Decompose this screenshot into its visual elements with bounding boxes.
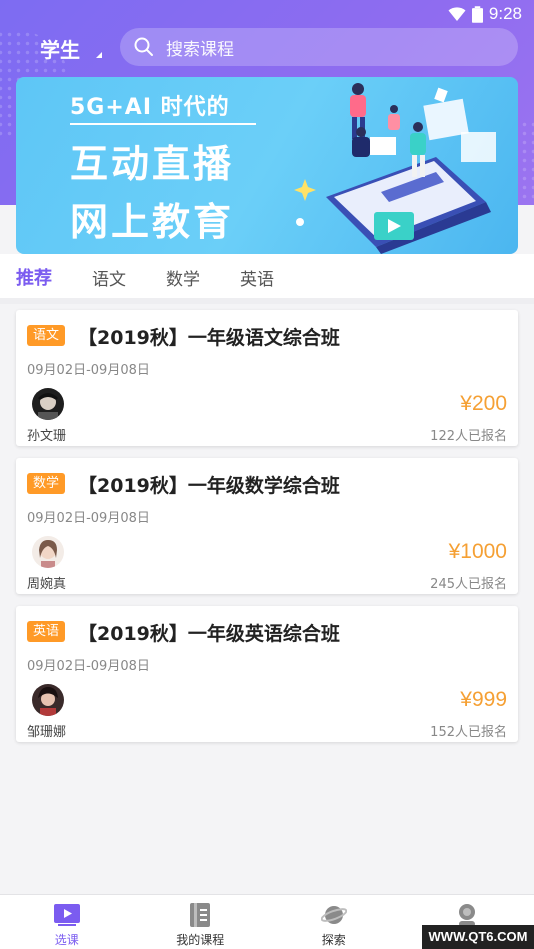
battery-icon — [471, 5, 483, 23]
banner-line3: 网上教育 — [70, 200, 235, 244]
banner-divider — [70, 123, 256, 125]
watermark: WWW.QT6.COM — [422, 925, 534, 949]
course-date: 09月02日-09月08日 — [27, 659, 150, 674]
subject-tabs: 推荐 语文 数学 英语 — [0, 254, 534, 300]
search-input[interactable]: 搜索课程 — [120, 28, 518, 66]
nav-explore[interactable]: 探索 — [267, 895, 401, 949]
nav-label: 探索 — [321, 933, 346, 947]
wifi-icon — [448, 7, 466, 21]
course-price: ¥999 — [460, 688, 507, 711]
planet-icon — [320, 906, 347, 924]
caret-icon[interactable] — [96, 52, 102, 58]
teacher-avatar — [32, 684, 64, 716]
banner-line1: 5G+AI 时代的 — [70, 95, 230, 120]
tabs-divider — [0, 298, 534, 304]
teacher-avatar — [32, 536, 64, 568]
course-title: 【2019秋】一年级英语综合班 — [78, 623, 340, 645]
teacher-name: 孙文珊 — [27, 429, 67, 444]
course-price: ¥200 — [460, 392, 507, 415]
tab-chinese[interactable]: 语文 — [92, 265, 126, 290]
course-title: 【2019秋】一年级数学综合班 — [78, 475, 340, 497]
subject-tag: 语文 — [27, 325, 66, 346]
search-placeholder: 搜索课程 — [166, 39, 234, 60]
course-title: 【2019秋】一年级语文综合班 — [78, 327, 340, 349]
nav-my-courses[interactable]: 我的课程 — [134, 895, 268, 949]
nav-label: 我的课程 — [176, 933, 225, 947]
role-selector[interactable]: 学生 — [40, 34, 80, 63]
teacher-name: 周婉真 — [27, 577, 67, 592]
banner-line2: 互动直播 — [70, 142, 235, 186]
promo-banner[interactable]: 5G+AI 时代的 互动直播 网上教育 — [16, 77, 518, 254]
course-price: ¥1000 — [448, 540, 507, 563]
search-icon — [134, 37, 153, 56]
nav-label: 选课 — [54, 933, 79, 947]
subject-tag: 英语 — [27, 621, 66, 642]
course-card[interactable]: 语文 【2019秋】一年级语文综合班 09月02日-09月08日 孙文珊 ¥20… — [16, 310, 518, 446]
enroll-count: 122人已报名 — [430, 429, 507, 444]
enroll-count: 245人已报名 — [430, 577, 507, 592]
status-time: 9:28 — [488, 4, 522, 23]
teacher-avatar — [32, 388, 64, 420]
subject-tag: 数学 — [27, 473, 66, 494]
course-date: 09月02日-09月08日 — [27, 363, 150, 378]
nav-course-select[interactable]: 选课 — [0, 895, 134, 949]
tab-math[interactable]: 数学 — [166, 265, 200, 290]
course-date: 09月02日-09月08日 — [27, 511, 150, 526]
teacher-name: 邹珊娜 — [27, 725, 67, 740]
tab-english[interactable]: 英语 — [240, 265, 274, 290]
banner-illustration — [294, 83, 496, 254]
play-icon — [53, 904, 80, 926]
enroll-count: 152人已报名 — [430, 725, 507, 740]
book-icon — [190, 903, 211, 927]
status-bar: 9:28 — [0, 0, 534, 28]
tab-recommended[interactable]: 推荐 — [16, 264, 52, 290]
course-card[interactable]: 数学 【2019秋】一年级数学综合班 09月02日-09月08日 周婉真 ¥10… — [16, 458, 518, 594]
course-card[interactable]: 英语 【2019秋】一年级英语综合班 09月02日-09月08日 邹珊娜 ¥99… — [16, 606, 518, 742]
profile-icon — [459, 904, 476, 927]
